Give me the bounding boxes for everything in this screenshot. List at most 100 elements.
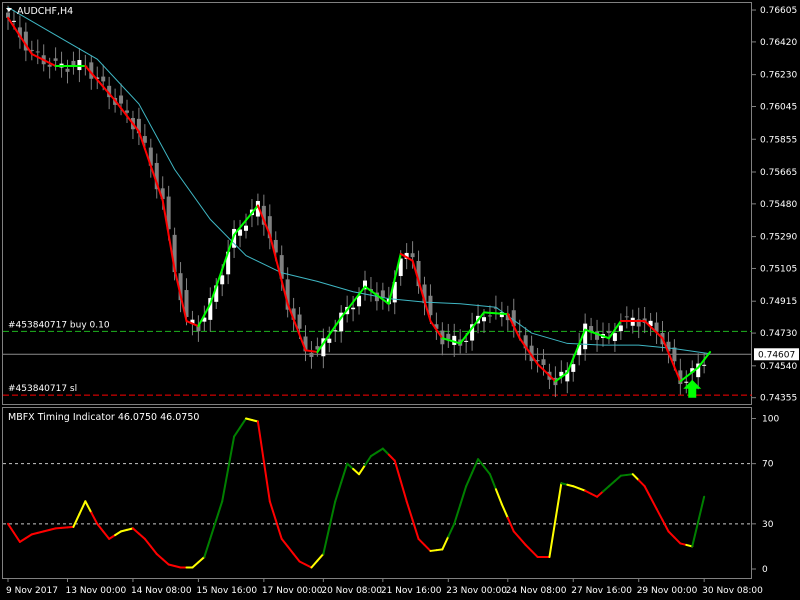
candles[interactable]	[6, 5, 707, 398]
oscillator-segment	[149, 545, 158, 555]
osc-tick-label: 100	[762, 415, 779, 425]
candle-bull[interactable]	[464, 340, 469, 342]
chart-root: #453840717 buy 0.10#453840717 sl0.74607 …	[2, 2, 799, 596]
oscillator-segment	[399, 479, 408, 503]
oscillator-segment	[143, 537, 152, 548]
candle-bull[interactable]	[333, 330, 338, 332]
price-pane-frame	[2, 2, 752, 405]
oscillator-segment	[90, 511, 99, 525]
oscillator-segment	[524, 543, 533, 552]
oscillator-segment	[369, 451, 378, 458]
candle-bear[interactable]	[297, 314, 302, 329]
candle-bull[interactable]	[583, 323, 588, 350]
candle-bull[interactable]	[571, 364, 576, 372]
oscillator-segment	[631, 473, 640, 482]
trend-segment	[30, 52, 39, 58]
trend-segment	[471, 319, 480, 329]
oscillator-axis: 100 70 30 0	[752, 415, 779, 575]
price-tick-label: 0.74540	[760, 362, 797, 372]
symbol-label: AUDCHF,H4	[17, 6, 73, 17]
price-tick-label: 0.74915	[760, 297, 797, 307]
order-label: #453840717 sl	[8, 384, 77, 394]
oscillator-segment	[78, 500, 87, 516]
oscillator-segment	[24, 533, 33, 540]
candle-bear[interactable]	[35, 51, 40, 53]
oscillator-segment	[417, 537, 426, 546]
price-tick-label: 0.75290	[760, 233, 797, 243]
oscillator-segment	[637, 479, 646, 488]
time-tick-label: 14 Nov 08:00	[131, 586, 192, 596]
candle-bear[interactable]	[53, 58, 58, 61]
oscillator-segment	[423, 543, 432, 552]
oscillator-segment	[471, 458, 480, 474]
candle-bull[interactable]	[612, 333, 617, 341]
candle-bear[interactable]	[309, 352, 314, 357]
oscillator-segment	[530, 549, 539, 558]
candle-bull[interactable]	[482, 317, 486, 322]
oscillator-segment	[96, 522, 105, 533]
candle-bull[interactable]	[220, 275, 225, 285]
candle-bear[interactable]	[541, 359, 546, 365]
price-tick-label: 0.76045	[760, 103, 797, 113]
triangle-down-icon[interactable]	[6, 8, 12, 12]
oscillator-segment	[197, 555, 206, 564]
price-axis[interactable]: 0.76605 0.76420 0.76230 0.76045 0.75855 0.756…	[752, 6, 797, 404]
oscillator-segment	[102, 530, 111, 540]
time-tick-label: 9 Nov 2017	[6, 586, 58, 596]
candle-bull[interactable]	[618, 325, 623, 332]
chart-header[interactable]: AUDCHF,H4	[6, 6, 73, 17]
candle-bear[interactable]	[672, 347, 677, 362]
time-tick-label: 30 Nov 08:00	[702, 586, 763, 596]
oscillator-segment	[221, 467, 230, 503]
candle-bear[interactable]	[380, 290, 385, 298]
oscillator-segment	[322, 526, 331, 555]
oscillator-segment	[607, 479, 616, 488]
candle-bear[interactable]	[487, 315, 492, 317]
candle-bull[interactable]	[351, 307, 356, 310]
oscillator-segment	[453, 504, 462, 525]
oscillator-segment	[352, 467, 361, 476]
candle-bear[interactable]	[47, 64, 52, 67]
oscillator-segment	[465, 471, 474, 488]
candle-bear[interactable]	[606, 331, 611, 333]
candle-bull[interactable]	[244, 225, 248, 231]
candle-bear[interactable]	[428, 295, 433, 316]
candle-bull[interactable]	[684, 381, 689, 383]
price-tick-label: 0.75665	[760, 168, 797, 178]
trend-segment	[685, 371, 694, 378]
oscillator-segment	[554, 482, 563, 522]
candle-bear[interactable]	[125, 110, 129, 113]
trend-segment	[405, 256, 414, 262]
candle-bear[interactable]	[446, 333, 451, 340]
oscillator-segment	[459, 485, 468, 507]
candle-bull[interactable]	[11, 20, 16, 22]
oscillator-segment	[155, 552, 164, 561]
oscillator-segment	[316, 552, 325, 562]
candle-bear[interactable]	[101, 76, 106, 82]
price-tick-label: 0.76230	[760, 71, 797, 81]
candle-bear[interactable]	[65, 68, 70, 72]
trend-segment	[7, 16, 15, 28]
candle-bear[interactable]	[517, 331, 522, 333]
oscillator-segment	[334, 481, 343, 503]
indicator-pane-frame	[2, 407, 752, 579]
oscillator-segment	[340, 462, 349, 484]
oscillator-segment	[286, 545, 295, 555]
candle-bull[interactable]	[327, 338, 332, 343]
time-tick-label: 17 Nov 00:00	[262, 586, 323, 596]
oscillator-segment	[280, 537, 289, 548]
oscillator-segment	[137, 532, 146, 540]
candle-bear[interactable]	[119, 95, 124, 104]
candle-bull[interactable]	[702, 364, 707, 366]
oscillator-segment	[411, 519, 420, 540]
candle-bear[interactable]	[410, 253, 415, 258]
time-axis[interactable]: 9 Nov 2017 13 Nov 00:00 14 Nov 08:00 15 Nov…	[6, 578, 763, 596]
oscillator-segment	[108, 534, 117, 540]
oscillator-segment	[387, 453, 396, 462]
oscillator-segment	[405, 500, 414, 522]
oscillator-segment	[518, 537, 527, 546]
price-tick-label: 0.76605	[760, 6, 797, 16]
oscillator-segment	[691, 520, 700, 548]
candle-bear[interactable]	[624, 316, 629, 318]
oscillator-segment	[233, 426, 242, 438]
